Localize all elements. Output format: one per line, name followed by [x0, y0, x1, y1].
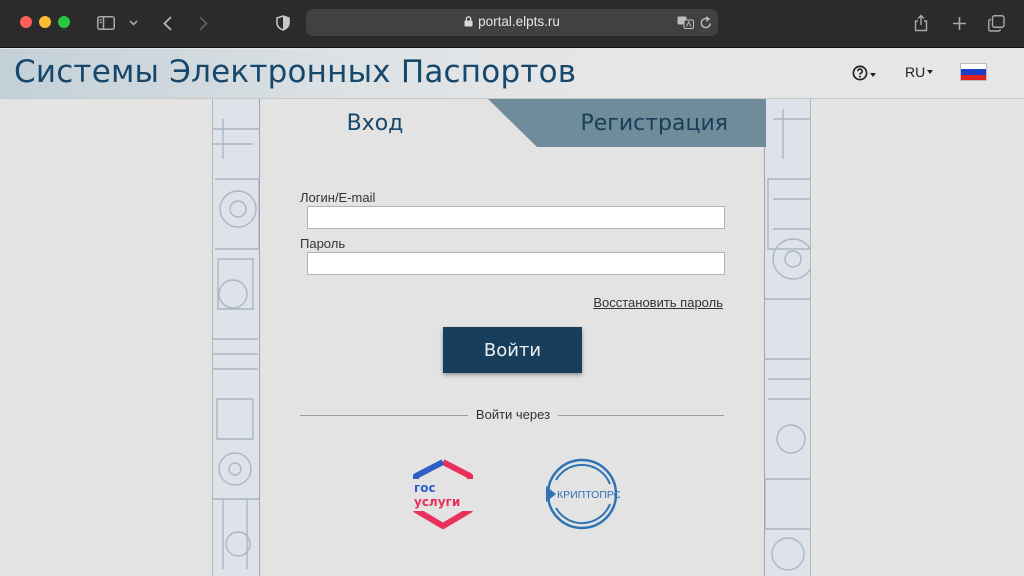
- tab-register-label: Регистрация: [580, 111, 728, 136]
- share-icon[interactable]: [912, 12, 930, 34]
- lock-icon: [464, 15, 473, 30]
- login-input[interactable]: [307, 206, 725, 229]
- gosuslugi-line2: услуги: [414, 495, 460, 509]
- close-window-button[interactable]: [20, 16, 32, 28]
- chevron-down-icon[interactable]: [128, 12, 138, 34]
- browser-toolbar: portal.elpts.ru: [0, 0, 1024, 48]
- russian-flag-icon[interactable]: [960, 63, 987, 81]
- tabs-overview-icon[interactable]: [986, 12, 1006, 34]
- login-card: Вход Регистрация Логин/E-mail Пароль Вос…: [259, 99, 766, 576]
- reload-icon[interactable]: [699, 14, 713, 30]
- chevron-down-icon: [927, 70, 934, 74]
- help-menu-button[interactable]: [852, 65, 876, 85]
- site-header: Системы Электронных Паспортов RU: [0, 49, 1024, 99]
- gosuslugi-login-button[interactable]: гос услуги: [410, 456, 478, 532]
- login-label: Логин/E-mail: [300, 190, 376, 205]
- help-icon: [852, 65, 868, 85]
- tab-login[interactable]: Вход: [260, 99, 490, 147]
- password-label: Пароль: [300, 236, 346, 251]
- alt-login-caption: Войти через: [260, 407, 766, 422]
- cryptopro-login-button[interactable]: КРИПТОПРО: [544, 456, 622, 532]
- address-bar[interactable]: portal.elpts.ru: [306, 9, 718, 36]
- chevron-down-icon: [870, 73, 876, 77]
- alt-login-text: Войти через: [467, 407, 559, 422]
- gosuslugi-line1: гос: [414, 481, 436, 495]
- minimize-window-button[interactable]: [39, 16, 51, 28]
- zoom-window-button[interactable]: [58, 16, 70, 28]
- shield-icon[interactable]: [275, 12, 291, 34]
- login-button[interactable]: Войти: [443, 327, 582, 373]
- back-icon[interactable]: [160, 12, 174, 34]
- language-label: RU: [905, 64, 926, 80]
- tab-register[interactable]: Регистрация: [488, 99, 766, 147]
- translate-icon[interactable]: [676, 14, 694, 30]
- language-selector[interactable]: RU: [905, 64, 934, 80]
- url-text: portal.elpts.ru: [478, 14, 560, 29]
- password-input[interactable]: [307, 252, 725, 275]
- forgot-password-link[interactable]: Восстановить пароль: [593, 295, 723, 310]
- site-title: Системы Электронных Паспортов: [14, 54, 577, 90]
- cryptopro-text: КРИПТОПРО: [557, 489, 620, 501]
- forward-icon[interactable]: [196, 12, 210, 34]
- sidebar-icon[interactable]: [96, 12, 116, 34]
- new-tab-icon[interactable]: [950, 12, 968, 34]
